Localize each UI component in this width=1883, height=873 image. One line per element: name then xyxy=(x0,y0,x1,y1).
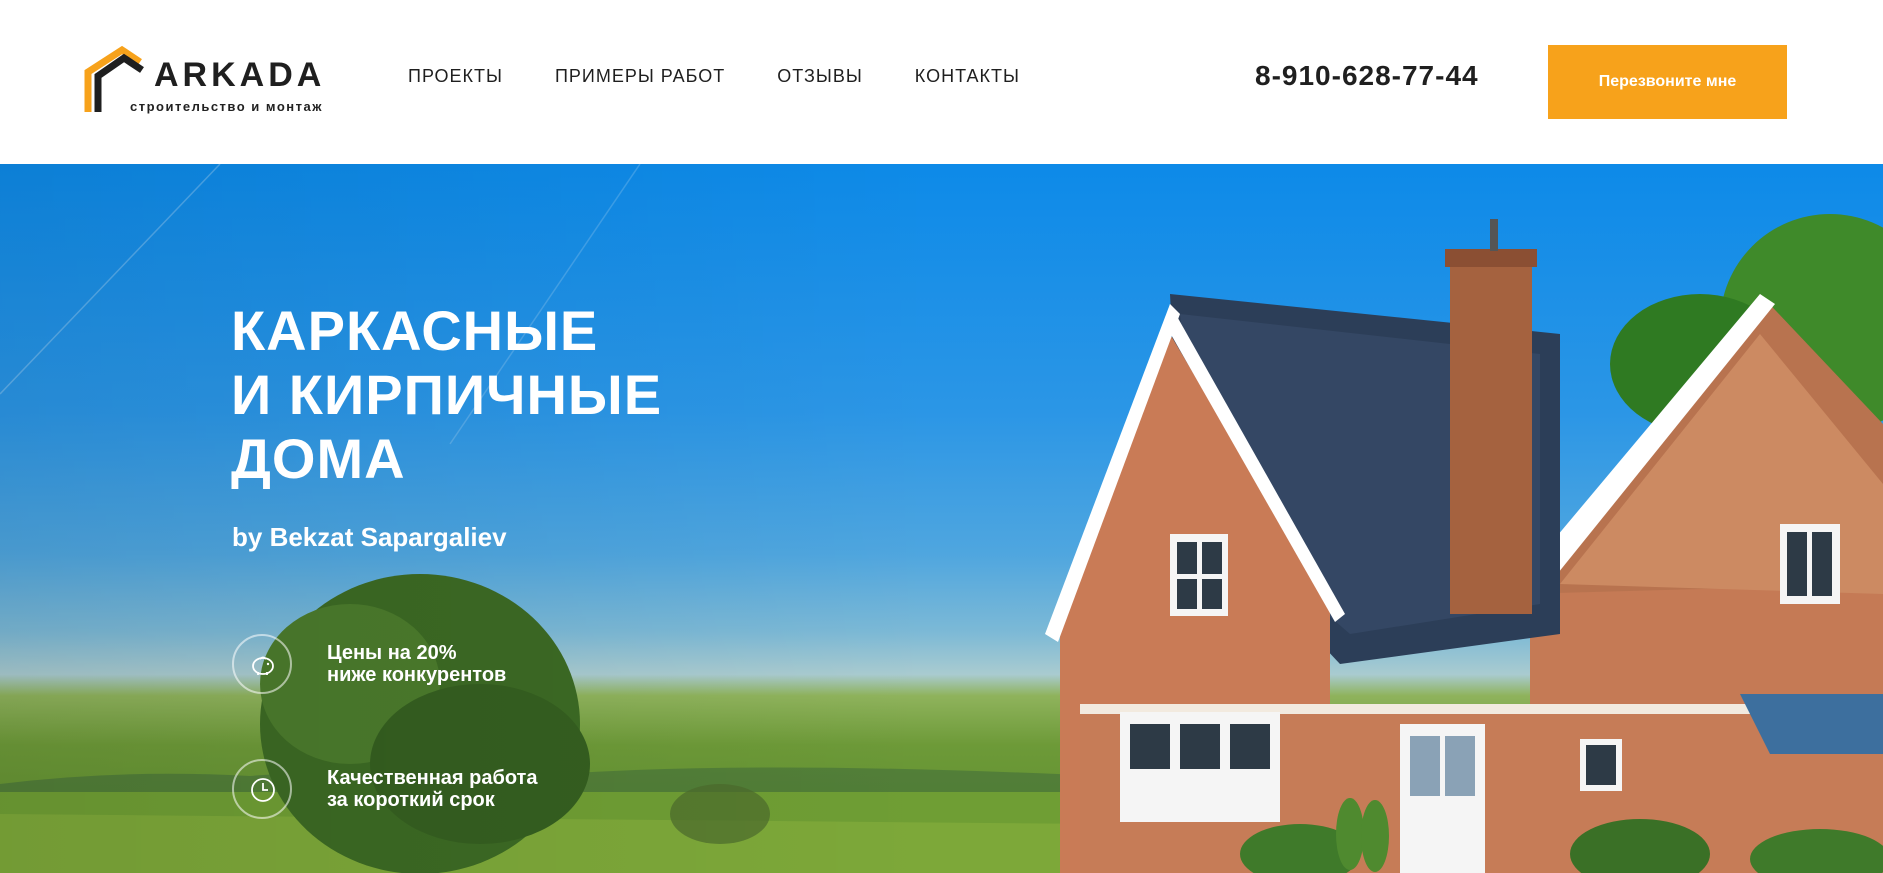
nav-item-projects[interactable]: ПРОЕКТЫ xyxy=(408,66,503,87)
feature-line: за короткий срок xyxy=(327,789,495,811)
feature-text: Цены на 20% ниже конкурентов xyxy=(327,642,506,686)
logo-tagline: строительство и монтаж xyxy=(130,99,323,114)
feature-text: Качественная работа за короткий срок xyxy=(327,767,537,811)
logo[interactable]: ARKADA строительство и монтаж xyxy=(84,44,344,118)
hero-title-line: ДОМА xyxy=(231,427,406,490)
logo-name: ARKADA xyxy=(154,56,326,94)
feature-line: Качественная работа xyxy=(327,767,538,789)
feature-line: ниже конкурентов xyxy=(327,664,507,686)
clock-icon xyxy=(232,759,292,819)
main-nav: ПРОЕКТЫ ПРИМЕРЫ РАБОТ ОТЗЫВЫ КОНТАКТЫ xyxy=(408,66,1020,87)
nav-item-reviews[interactable]: ОТЗЫВЫ xyxy=(777,66,863,87)
nav-item-work-examples[interactable]: ПРИМЕРЫ РАБОТ xyxy=(555,66,725,87)
callback-button[interactable]: Перезвоните мне xyxy=(1548,45,1787,119)
piggy-bank-icon xyxy=(232,634,292,694)
hero-title: КАРКАСНЫЕ И КИРПИЧНЫЕ ДОМА xyxy=(231,299,662,491)
site-header: ARKADA строительство и монтаж ПРОЕКТЫ ПР… xyxy=(0,0,1883,164)
nav-item-contacts[interactable]: КОНТАКТЫ xyxy=(915,66,1020,87)
hero-section: КАРКАСНЫЕ И КИРПИЧНЫЕ ДОМА by Bekzat Sap… xyxy=(0,164,1883,873)
hero-author: by Bekzat Sapargaliev xyxy=(232,522,507,552)
feature-line: Цены на 20% xyxy=(327,642,457,664)
hero-title-line: И КИРПИЧНЫЕ xyxy=(231,363,663,426)
phone-number[interactable]: 8-910-628-77-44 xyxy=(1255,60,1479,92)
hero-title-line: КАРКАСНЫЕ xyxy=(231,299,599,362)
